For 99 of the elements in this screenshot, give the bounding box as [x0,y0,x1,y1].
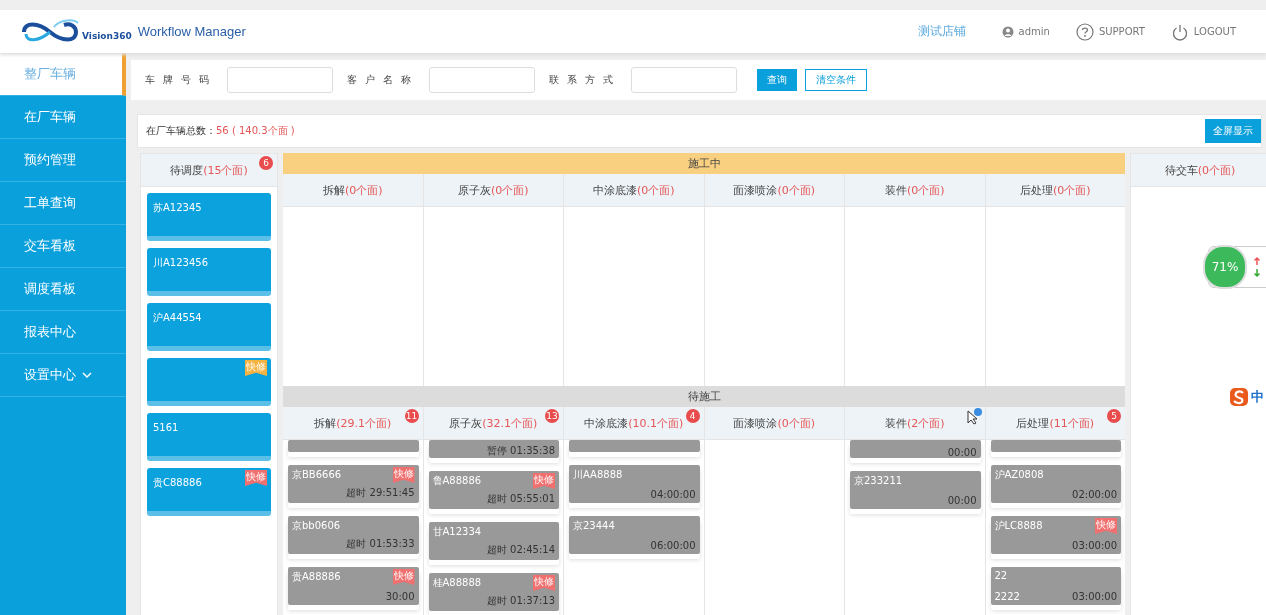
plate-number: 沪A44554 [153,312,202,323]
logo-text: Vision360 [82,30,132,41]
fullscreen-button[interactable]: 全屏显示 [1205,119,1261,143]
sidebar-item[interactable]: 整厂车辆 [0,53,126,96]
plate-number: 京233211 [854,474,903,488]
input-mode-label: 中 [1251,388,1264,406]
rush-tag: 快修 [245,470,267,486]
up-down-arrows-icon [1253,256,1261,278]
count-badge: 6 [259,156,273,170]
plate-number: 桂A88888 [432,576,482,590]
card-timer: 超时 05:55:01 [486,492,555,506]
rush-tag: 快修 [533,473,555,489]
column-title: 待调度(15个面) [170,162,248,178]
plate-number: 5161 [153,422,179,433]
vehicle-card[interactable]: 5161 [147,413,271,461]
plate-number: 沪LC8888 [994,519,1043,533]
sidebar-item[interactable]: 工单查询 [0,182,126,225]
column-title: 面漆喷涂(0个面) [733,182,816,198]
card-timer: 超时 01:37:13 [486,594,555,608]
column-title: 中涂底漆(0个面) [592,182,675,198]
vehicle-card[interactable]: 苏A12345 [147,193,271,241]
card-timer: 03:00:00 [1072,540,1117,551]
sidebar-item[interactable]: 调度看板 [0,268,126,311]
card-timer: 超时 29:51:45 [346,486,415,500]
store-link[interactable]: 测试店铺 [917,23,966,40]
plate-number: 贵C88886 [153,477,202,488]
column-title: 中涂底漆(10.1个面) [584,415,684,431]
card-timer: 超时 01:53:33 [346,537,415,551]
plate-number: 川A123456 [153,257,208,268]
plate-number: 甘A12334 [432,525,482,539]
count-badge: 4 [685,409,700,423]
card-timer: 06:00:00 [650,540,696,551]
plate-number: 苏A12345 [153,202,202,213]
vehicle-total: 在厂车辆总数：56 ( 140.3个面 ) [146,124,295,138]
vehicle-card[interactable]: 沪A44554 [147,303,271,351]
count-badge: 13 [545,409,559,423]
plate-number: 川AA8888 [573,468,623,482]
field-label: 车牌号码 [145,73,217,87]
column-title: 拆解(29.1个面) [314,415,392,431]
count-badge: 11 [404,409,419,423]
card-timer: 03:00:00 [1072,591,1117,602]
column-title: 面漆喷涂(0个面) [733,415,816,431]
column-title: 后处理(0个面) [1019,182,1091,198]
card-timer: 暂停 01:35:38 [486,444,555,458]
search-button[interactable]: 查询 [757,69,797,91]
sidebar-item[interactable]: 交车看板 [0,225,126,268]
sidebar-item[interactable]: 在厂车辆 [0,96,126,139]
rush-tag: 快修 [392,467,415,483]
column-title: 待交车(0个面) [1164,162,1236,178]
section-title: 施工中 [687,156,721,171]
column-title: 原子灰(0个面) [457,182,529,198]
vehicle-card[interactable]: 川A123456 [147,248,271,296]
input-field[interactable] [429,67,535,93]
field-label: 联系方式 [549,73,621,87]
app-title: Workflow Manager [137,24,246,39]
rush-tag: 快修 [392,569,415,585]
card-note: 2222 [994,591,1020,602]
field-label: 客户名称 [347,73,419,87]
card-timer: 00:00 [947,495,977,506]
input-method-widget[interactable]: 中 [1227,386,1266,408]
card-timer: 00:00 [947,447,977,458]
column-title: 装件(0个面) [884,182,945,198]
input-field[interactable] [227,67,333,93]
input-field[interactable] [631,67,737,93]
input-method-icon [1229,387,1249,407]
clear-button[interactable]: 清空条件 [805,69,867,91]
plate-number: 22 [994,570,1008,581]
vehicle-card[interactable]: 贵C88886 快修 [147,468,271,516]
column-title: 原子灰(32.1个面) [449,415,538,431]
logout-link[interactable]: LOGOUT [1170,22,1236,41]
rush-tag: 快修 [533,575,555,591]
count-badge: 5 [1107,409,1121,423]
support-link[interactable]: SUPPORT [1075,22,1145,41]
column-title: 后处理(11个面) [1016,415,1095,431]
rush-tag: 快修 [1095,518,1117,534]
power-icon [1170,22,1189,41]
card-timer: 02:00:00 [1072,489,1117,500]
username: admin [1018,26,1050,37]
card-timer: 04:00:00 [650,489,696,500]
plate-number: 京bb0606 [292,519,341,533]
plate-number: 京BB6666 [292,468,342,482]
plate-number: 贵A88886 [292,570,341,584]
user-icon [1001,25,1014,38]
card-timer: 超时 02:45:14 [486,543,555,557]
section-title: 待施工 [687,389,721,404]
sidebar-item[interactable]: 报表中心 [0,311,126,354]
chevron-down-icon [82,371,92,379]
meter-reading: 71% [1203,245,1247,289]
sidebar-item[interactable]: 预约管理 [0,139,126,182]
rush-tag: 快修 [245,360,267,376]
plate-number: 鲁A88886 [432,474,482,488]
help-icon [1075,22,1094,41]
plate-number: 沪AZ0808 [994,468,1044,482]
card-timer: 30:00 [385,591,415,602]
column-title: 装件(2个面) [884,415,945,431]
sidebar-item[interactable]: 设置中心 [0,354,126,397]
plate-number: 京23444 [573,519,615,533]
vehicle-card[interactable]: 快修 [147,358,271,406]
column-title: 拆解(0个面) [322,182,383,198]
